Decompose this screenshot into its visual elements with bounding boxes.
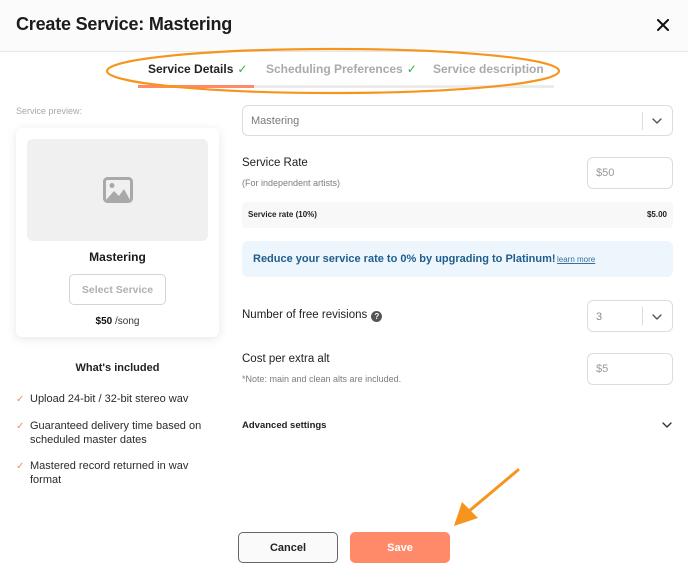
service-rate-label: Service Rate [242, 157, 308, 169]
service-type-value: Mastering [251, 115, 300, 127]
service-preview-card: Mastering Select Service $50 /song [16, 128, 219, 337]
select-divider [642, 307, 643, 325]
advanced-settings-label: Advanced settings [242, 420, 327, 431]
service-preview-label: Service preview: [16, 106, 83, 116]
tab-service-details[interactable]: Service Details ✓ [148, 62, 247, 76]
list-item-text: Guaranteed delivery time based on schedu… [30, 420, 202, 446]
free-revisions-text: Number of free revisions [242, 309, 368, 321]
service-fee-label: Service rate (10%) [248, 210, 317, 219]
chevron-down-icon [662, 422, 672, 428]
promo-message: Reduce your service rate to 0% by upgrad… [253, 253, 556, 265]
tab-label: Service Details [148, 62, 234, 76]
list-item: ✓ Guaranteed delivery time based on sche… [16, 419, 221, 447]
modal-title: Create Service: Mastering [16, 14, 233, 34]
preview-service-name: Mastering [89, 250, 146, 264]
advanced-settings-toggle[interactable]: Advanced settings [242, 414, 673, 436]
service-fee-value: $5.00 [646, 210, 667, 219]
chevron-down-icon [652, 118, 662, 124]
price-amount: $50 [95, 316, 113, 327]
free-revisions-select[interactable]: 3 [587, 300, 673, 332]
extra-alt-input[interactable]: $5 [587, 353, 673, 385]
preview-image [27, 139, 208, 241]
free-revisions-label: Number of free revisions? [242, 309, 383, 322]
select-service-button[interactable]: Select Service [69, 274, 166, 305]
tab-progress-fill [138, 85, 255, 88]
price-unit: /song [112, 316, 140, 327]
list-item-text: Mastered record returned in wav format [30, 460, 189, 486]
service-type-select[interactable]: Mastering [242, 105, 673, 136]
service-fee-row: Service rate (10%) $5.00 [242, 202, 673, 228]
preview-price: $50 /song [16, 316, 219, 327]
save-button[interactable]: Save [350, 532, 450, 563]
free-revisions-value: 3 [596, 311, 603, 323]
whats-included-title: What's included [75, 362, 160, 374]
check-icon: ✓ [16, 461, 25, 472]
select-divider [642, 112, 643, 130]
extra-alt-note: *Note: main and clean alts are included. [242, 374, 402, 384]
check-icon: ✓ [16, 421, 25, 432]
help-icon[interactable]: ? [371, 311, 383, 322]
service-rate-sublabel: (For independent artists) [242, 178, 341, 188]
check-icon: ✓ [16, 394, 25, 405]
service-form: Mastering Service Rate (For independent … [242, 0, 673, 580]
cancel-button[interactable]: Cancel [238, 532, 338, 563]
upgrade-promo-banner: Reduce your service rate to 0% by upgrad… [242, 241, 673, 277]
list-item: ✓ Mastered record returned in wav format [16, 459, 221, 487]
chevron-down-icon [652, 314, 662, 320]
list-item: ✓ Upload 24-bit / 32-bit stereo wav [16, 392, 221, 407]
learn-more-link[interactable]: learn more [557, 255, 595, 264]
image-placeholder-icon [102, 177, 133, 203]
service-rate-input[interactable]: $50 [587, 157, 673, 189]
extra-alt-label: Cost per extra alt [242, 353, 330, 365]
list-item-text: Upload 24-bit / 32-bit stereo wav [30, 393, 189, 405]
included-list: ✓ Upload 24-bit / 32-bit stereo wav ✓ Gu… [16, 392, 221, 499]
